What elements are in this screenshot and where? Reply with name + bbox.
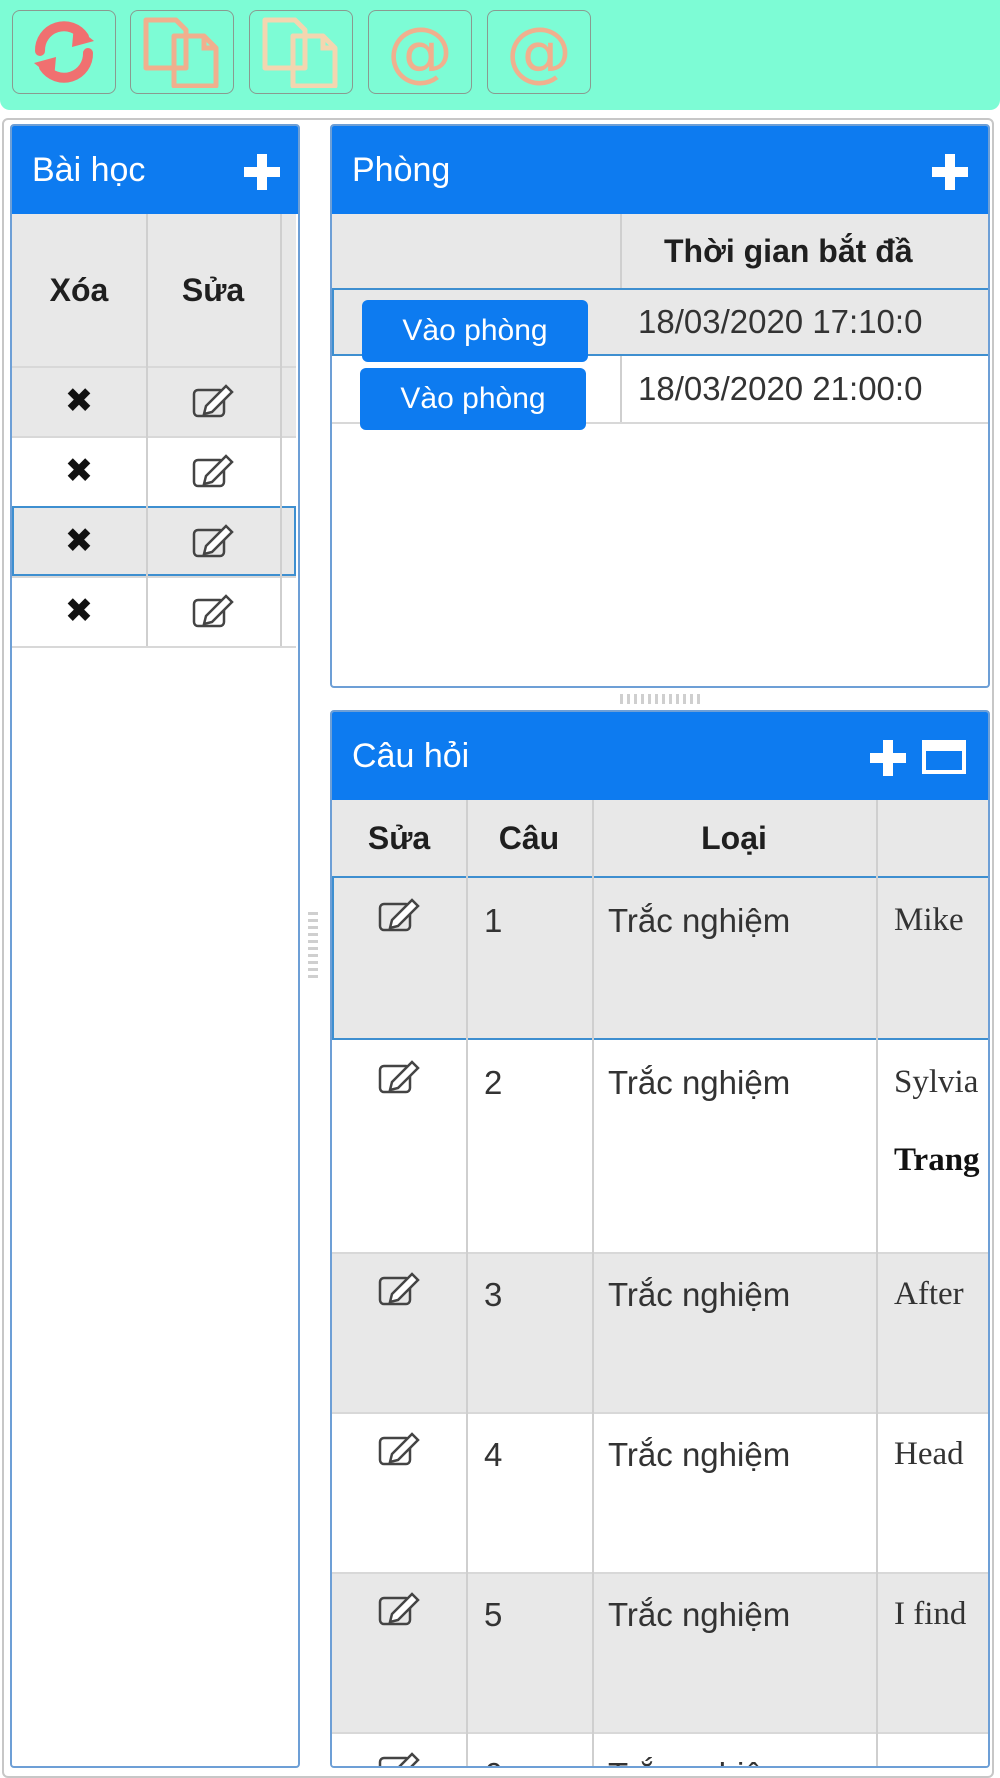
start-time-cell: 18/03/2020 21:00:0: [638, 370, 923, 407]
add-lesson-icon[interactable]: [244, 154, 280, 190]
delete-icon[interactable]: ✖: [65, 521, 94, 561]
horizontal-splitter-handle[interactable]: [620, 694, 700, 704]
col-edit-header[interactable]: Sửa: [146, 214, 280, 366]
question-number: 6: [484, 1756, 502, 1766]
questions-header: Câu hỏi: [332, 712, 988, 800]
question-type: Trắc nghiệm: [608, 1436, 791, 1473]
question-number: 2: [484, 1064, 503, 1101]
edit-icon[interactable]: [378, 898, 420, 932]
edit-icon[interactable]: [192, 594, 234, 628]
copy-button[interactable]: [130, 10, 234, 94]
question-type: Trắc nghiệm: [608, 1596, 791, 1633]
col-content-header[interactable]: [876, 800, 988, 876]
question-number: 1: [484, 902, 503, 939]
col-delete-label: Xóa: [49, 271, 109, 308]
question-content-bold: Trang: [894, 1142, 980, 1178]
edit-icon[interactable]: [192, 524, 234, 558]
lessons-header: Bài học: [12, 126, 298, 214]
col-number-header[interactable]: Câu: [466, 800, 592, 876]
at-button[interactable]: @: [368, 10, 472, 94]
edit-icon[interactable]: [378, 1272, 420, 1306]
question-number: 5: [484, 1596, 503, 1633]
question-type: Trắc nghiệm: [608, 1276, 791, 1313]
delete-icon[interactable]: ✖: [65, 591, 94, 631]
copy-button-2[interactable]: [249, 10, 353, 94]
enter-room-button[interactable]: Vào phòng: [360, 368, 586, 430]
table-row-selected[interactable]: [332, 876, 988, 1040]
question-number: 4: [484, 1436, 503, 1473]
question-content: Sylvia: [894, 1064, 979, 1100]
questions-panel: Câu hỏi Sửa Câu Loại 1 2 3 4 5 6 Trắc ng…: [330, 710, 990, 1768]
edit-icon[interactable]: [378, 1752, 420, 1768]
maximize-icon[interactable]: [922, 740, 966, 774]
question-number: 3: [484, 1276, 503, 1313]
col-start-time-label: Thời gian bắt đầ: [664, 233, 913, 269]
col-number-label: Câu: [498, 820, 560, 856]
col-edit-label: Sửa: [181, 271, 245, 308]
question-type: Trắc nghiệm: [608, 1756, 790, 1766]
delete-icon[interactable]: ✖: [65, 381, 94, 421]
question-content: After: [894, 1276, 964, 1312]
rooms-header: Phòng: [332, 126, 988, 214]
question-content: Head: [894, 1436, 964, 1472]
col-action-header[interactable]: [332, 214, 620, 288]
rooms-title: Phòng: [352, 151, 451, 189]
edit-icon[interactable]: [378, 1432, 420, 1466]
delete-icon[interactable]: ✖: [65, 451, 94, 491]
edit-icon[interactable]: [192, 384, 234, 418]
question-type: Trắc nghiệm: [608, 902, 791, 939]
question-content: I find: [894, 1596, 967, 1632]
start-time-cell: 18/03/2020 17:10:0: [638, 303, 923, 340]
col-delete-header[interactable]: Xóa: [12, 214, 146, 366]
question-content: Mike: [894, 902, 964, 938]
copy-icon: [262, 17, 338, 88]
add-question-icon[interactable]: [870, 740, 906, 776]
edit-icon[interactable]: [378, 1060, 420, 1094]
col-start-time-header[interactable]: Thời gian bắt đầ: [620, 214, 988, 288]
enter-room-button[interactable]: Vào phòng: [362, 300, 588, 362]
refresh-icon: [34, 21, 94, 83]
at-sign-icon: @: [506, 13, 572, 90]
lessons-panel: Bài học Xóa Sửa ✖ ✖ ✖ ✖: [10, 124, 300, 1768]
col-type-header[interactable]: Loại: [592, 800, 876, 876]
question-type: Trắc nghiệm: [608, 1064, 791, 1101]
questions-title: Câu hỏi: [352, 737, 470, 775]
lessons-title: Bài học: [32, 151, 146, 189]
col-edit-label: Sửa: [367, 820, 431, 856]
add-room-icon[interactable]: [932, 154, 968, 190]
edit-icon[interactable]: [378, 1592, 420, 1626]
copy-icon: [143, 17, 219, 88]
at-sign-icon: @: [387, 13, 453, 90]
refresh-button[interactable]: [12, 10, 116, 94]
rooms-panel: Phòng Thời gian bắt đầ Vào phòng 18/03/2…: [330, 124, 990, 688]
at-button-2[interactable]: @: [487, 10, 591, 94]
col-edit-header[interactable]: Sửa: [332, 800, 466, 876]
toolbar: @ @: [0, 0, 1000, 110]
col-type-label: Loại: [701, 820, 767, 856]
edit-icon[interactable]: [192, 454, 234, 488]
vertical-splitter-handle[interactable]: [308, 912, 318, 982]
